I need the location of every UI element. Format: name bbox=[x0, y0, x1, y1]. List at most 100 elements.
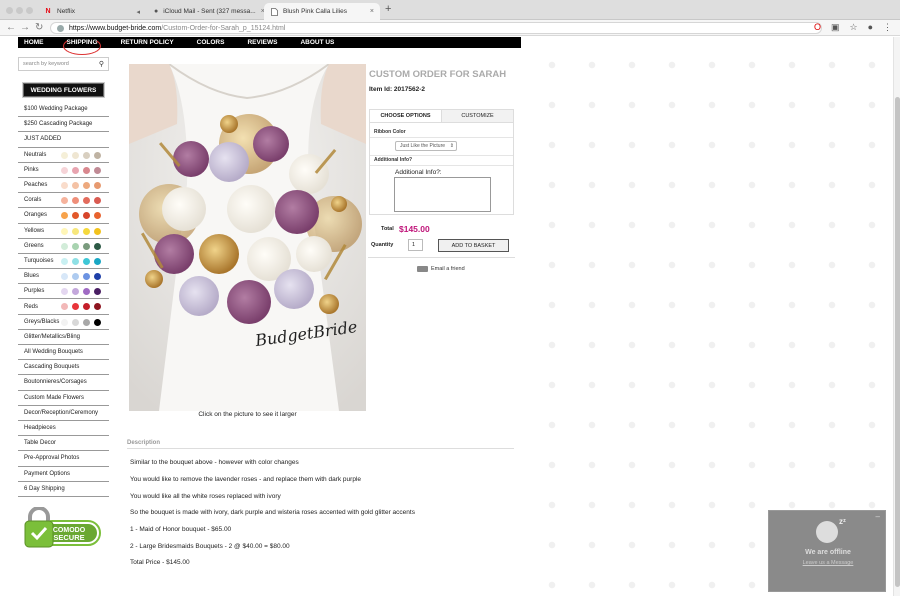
sidebar-item[interactable]: Cascading Bouquets bbox=[18, 360, 109, 376]
star-icon[interactable]: ☆ bbox=[849, 22, 857, 33]
color-swatch[interactable] bbox=[61, 212, 68, 220]
sidebar-item[interactable]: Table Decor bbox=[18, 436, 109, 452]
sidebar-item[interactable]: Payment Options bbox=[18, 467, 109, 482]
color-swatch[interactable] bbox=[94, 242, 101, 250]
color-swatch[interactable] bbox=[94, 303, 101, 311]
sidebar-item[interactable]: Reds bbox=[18, 299, 109, 315]
color-swatch[interactable] bbox=[94, 181, 101, 189]
color-swatch[interactable] bbox=[61, 288, 68, 296]
color-swatch[interactable] bbox=[72, 227, 79, 235]
color-swatch[interactable] bbox=[83, 181, 90, 189]
color-swatch[interactable] bbox=[72, 318, 79, 326]
color-swatch[interactable] bbox=[61, 181, 68, 189]
product-photo[interactable]: BudgetBride bbox=[129, 64, 366, 411]
color-swatch[interactable] bbox=[61, 242, 68, 250]
sidebar-item[interactable]: Greys/Blacks bbox=[18, 315, 109, 330]
sidebar-item[interactable]: $100 Wedding Package bbox=[18, 102, 109, 118]
page-scrollbar[interactable] bbox=[893, 37, 900, 596]
email-a-friend-link[interactable]: Email a friend bbox=[417, 266, 465, 272]
color-swatch[interactable] bbox=[94, 288, 101, 296]
nav-shipping[interactable]: SHIPPING bbox=[62, 37, 101, 55]
color-swatch[interactable] bbox=[72, 242, 79, 250]
color-swatch[interactable] bbox=[94, 227, 101, 235]
profile-icon[interactable]: ● bbox=[868, 22, 873, 33]
color-swatch[interactable] bbox=[94, 257, 101, 265]
color-swatch[interactable] bbox=[61, 257, 68, 265]
sidebar-item[interactable]: Boutonnieres/Corsages bbox=[18, 375, 109, 391]
color-swatch[interactable] bbox=[61, 197, 68, 205]
color-swatch[interactable] bbox=[83, 288, 90, 296]
tab-customize[interactable]: CUSTOMIZE bbox=[441, 110, 513, 123]
color-swatch[interactable] bbox=[61, 151, 68, 159]
new-tab-button[interactable]: + bbox=[385, 3, 391, 15]
nav-reviews[interactable]: REVIEWS bbox=[247, 39, 277, 46]
sidebar-item[interactable]: Purples bbox=[18, 284, 109, 300]
color-swatch[interactable] bbox=[72, 212, 79, 220]
nav-home[interactable]: HOME bbox=[24, 39, 44, 46]
quantity-input[interactable]: 1 bbox=[408, 239, 423, 251]
sidebar-item[interactable]: Oranges bbox=[18, 208, 109, 224]
sidebar-item[interactable]: Turquoises bbox=[18, 254, 109, 270]
search-icon[interactable]: ⚲ bbox=[99, 60, 104, 68]
color-swatch[interactable] bbox=[72, 166, 79, 174]
sidebar-item[interactable]: Headpieces bbox=[18, 421, 109, 437]
tab-icloud-mail[interactable]: ● iCloud Mail - Sent (327 messa... × bbox=[148, 3, 265, 20]
color-swatch[interactable] bbox=[72, 303, 79, 311]
sidebar-item[interactable]: Glitter/Metallics/Bling bbox=[18, 330, 109, 345]
tab-choose-options[interactable]: CHOOSE OPTIONS bbox=[370, 110, 441, 123]
color-swatch[interactable] bbox=[83, 197, 90, 205]
color-swatch[interactable] bbox=[72, 181, 79, 189]
color-swatch[interactable] bbox=[94, 166, 101, 174]
sidebar-item[interactable]: $250 Cascading Package bbox=[18, 117, 109, 133]
color-swatch[interactable] bbox=[72, 288, 79, 296]
forward-icon[interactable]: → bbox=[20, 22, 30, 33]
sidebar-item[interactable]: Neutrals bbox=[18, 148, 109, 163]
chat-widget[interactable]: – zᶻ We are offline Leave us a Message bbox=[768, 510, 886, 592]
tab-netflix[interactable]: N Netflix ◂ bbox=[38, 3, 146, 20]
back-icon[interactable]: ← bbox=[6, 22, 16, 33]
scrollbar-thumb[interactable] bbox=[895, 97, 900, 587]
add-to-basket-button[interactable]: ADD TO BASKET bbox=[438, 239, 509, 252]
nav-colors[interactable]: COLORS bbox=[197, 39, 225, 46]
opera-icon[interactable]: O bbox=[814, 22, 821, 33]
sidebar-item[interactable]: Greens bbox=[18, 239, 109, 254]
zoom-window-button[interactable] bbox=[26, 7, 33, 14]
color-swatch[interactable] bbox=[83, 273, 90, 281]
sidebar-item[interactable]: Corals bbox=[18, 193, 109, 209]
sidebar-item[interactable]: JUST ADDED bbox=[18, 132, 109, 148]
color-swatch[interactable] bbox=[83, 318, 90, 326]
color-swatch[interactable] bbox=[83, 242, 90, 250]
tab-blush-pink-calla-lilies[interactable]: Blush Pink Calla Lilies × bbox=[264, 3, 380, 20]
sidebar-item[interactable]: Pinks bbox=[18, 163, 109, 178]
color-swatch[interactable] bbox=[83, 151, 90, 159]
camera-icon[interactable]: ▣ bbox=[831, 22, 840, 33]
color-swatch[interactable] bbox=[83, 166, 90, 174]
color-swatch[interactable] bbox=[83, 257, 90, 265]
leave-message-link[interactable]: Leave us a Message bbox=[769, 560, 887, 566]
search-input[interactable]: search by keyword ⚲ bbox=[18, 57, 109, 71]
color-swatch[interactable] bbox=[83, 303, 90, 311]
minimize-chat-icon[interactable]: – bbox=[876, 512, 880, 521]
color-swatch[interactable] bbox=[83, 227, 90, 235]
minimize-window-button[interactable] bbox=[16, 7, 23, 14]
close-tab-icon[interactable]: × bbox=[370, 8, 374, 15]
sidebar-item[interactable]: All Wedding Bouquets bbox=[18, 345, 109, 361]
url-field[interactable]: https://www.budget-bride.com/Custom-Orde… bbox=[50, 22, 822, 34]
color-swatch[interactable] bbox=[94, 212, 101, 220]
color-swatch[interactable] bbox=[72, 197, 79, 205]
color-swatch[interactable] bbox=[61, 166, 68, 174]
color-swatch[interactable] bbox=[72, 273, 79, 281]
color-swatch[interactable] bbox=[72, 257, 79, 265]
color-swatch[interactable] bbox=[94, 197, 101, 205]
nav-about-us[interactable]: ABOUT US bbox=[300, 39, 334, 46]
color-swatch[interactable] bbox=[94, 318, 101, 326]
close-window-button[interactable] bbox=[6, 7, 13, 14]
speaker-icon[interactable]: ◂ bbox=[136, 8, 140, 16]
menu-icon[interactable]: ⋮ bbox=[883, 22, 892, 33]
sidebar-item[interactable]: Yellows bbox=[18, 224, 109, 239]
reload-icon[interactable]: ↻ bbox=[35, 22, 43, 33]
sidebar-item[interactable]: 6 Day Shipping bbox=[18, 482, 109, 497]
color-swatch[interactable] bbox=[94, 151, 101, 159]
additional-info-textarea[interactable] bbox=[394, 177, 491, 212]
color-swatch[interactable] bbox=[72, 151, 79, 159]
